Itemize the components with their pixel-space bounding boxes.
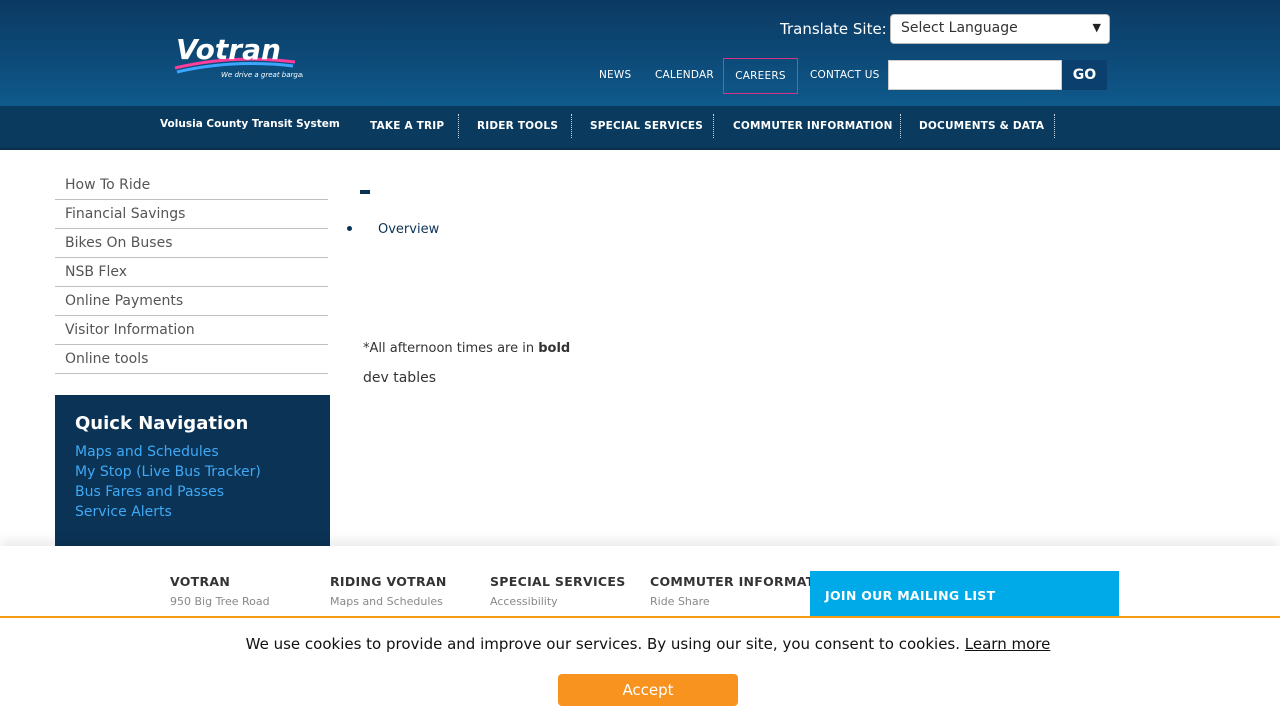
nav-commuter-information[interactable]: COMMUTER INFORMATION (733, 120, 893, 132)
nav-take-a-trip[interactable]: TAKE A TRIP (370, 120, 444, 132)
sidebar-item-nsb-flex[interactable]: NSB Flex (55, 258, 328, 287)
service-alerts-link[interactable]: Service Alerts (75, 502, 310, 522)
go-button[interactable]: GO (1062, 60, 1107, 90)
footer-col-votran: VOTRAN 950 Big Tree Road (170, 574, 270, 608)
nav-special-services[interactable]: SPECIAL SERVICES (590, 120, 703, 132)
afternoon-note: *All afternoon times are in bold (363, 341, 570, 356)
news-link[interactable]: NEWS (599, 69, 631, 81)
dev-tables-text: dev tables (363, 370, 436, 386)
nav-divider (571, 114, 572, 138)
logo-tagline: We drive a great bargain (221, 71, 303, 79)
list-bullet (347, 226, 352, 231)
sidebar-item-how-to-ride[interactable]: How To Ride (55, 171, 328, 200)
sidebar-item-visitor-information[interactable]: Visitor Information (55, 316, 328, 345)
sidebar-item-online-tools[interactable]: Online tools (55, 345, 328, 374)
nav-divider (458, 114, 459, 138)
afternoon-note-bold: bold (538, 341, 571, 356)
translate-label: Translate Site: (780, 20, 887, 38)
my-stop-link[interactable]: My Stop (Live Bus Tracker) (75, 462, 310, 482)
footer-col-title: RIDING VOTRAN (330, 574, 447, 589)
footer-col-link[interactable]: 950 Big Tree Road (170, 595, 270, 608)
sidebar-item-online-payments[interactable]: Online Payments (55, 287, 328, 316)
sidebar-item-financial-savings[interactable]: Financial Savings (55, 200, 328, 229)
nav-divider (900, 114, 901, 138)
nav-divider (1054, 114, 1055, 138)
site-name[interactable]: Volusia County Transit System (160, 118, 340, 130)
cookie-message: We use cookies to provide and improve ou… (0, 635, 1280, 653)
site-header: Votran We drive a great bargain Translat… (0, 0, 1280, 106)
careers-link[interactable]: CAREERS (723, 58, 798, 94)
cookie-banner: We use cookies to provide and improve ou… (0, 616, 1280, 720)
mailing-list-button[interactable]: JOIN OUR MAILING LIST (810, 571, 1119, 621)
footer-col-title: VOTRAN (170, 574, 231, 589)
contact-us-link[interactable]: CONTACT US (810, 69, 879, 81)
bus-fares-link[interactable]: Bus Fares and Passes (75, 482, 310, 502)
sidebar-item-bikes-on-buses[interactable]: Bikes On Buses (55, 229, 328, 258)
quick-navigation-panel: Quick Navigation Maps and Schedules My S… (55, 395, 330, 546)
overview-link[interactable]: Overview (378, 222, 439, 237)
chevron-down-icon: ▼ (1092, 21, 1101, 34)
page-title-dash (360, 190, 370, 194)
footer-col-link[interactable]: Accessibility (490, 595, 626, 608)
accept-cookies-button[interactable]: Accept (558, 674, 738, 706)
afternoon-note-text: *All afternoon times are in (363, 341, 539, 356)
cookie-text: We use cookies to provide and improve ou… (245, 635, 961, 653)
nav-documents-data[interactable]: DOCUMENTS & DATA (919, 120, 1044, 132)
footer-col-title: SPECIAL SERVICES (490, 574, 626, 589)
search-input[interactable] (888, 60, 1062, 90)
footer-col-special-services: SPECIAL SERVICES Accessibility (490, 574, 626, 608)
language-select[interactable]: Select Language ▼ (890, 14, 1110, 44)
footer-col-riding-votran: RIDING VOTRAN Maps and Schedules (330, 574, 447, 608)
footer-col-link[interactable]: Maps and Schedules (330, 595, 447, 608)
language-select-value: Select Language (901, 20, 1018, 36)
nav-rider-tools[interactable]: RIDER TOOLS (477, 120, 558, 132)
votran-logo[interactable]: Votran We drive a great bargain (173, 32, 309, 82)
logo-text: Votran (176, 33, 281, 66)
quick-navigation-title: Quick Navigation (75, 413, 249, 434)
learn-more-link[interactable]: Learn more (965, 635, 1051, 653)
maps-schedules-link[interactable]: Maps and Schedules (75, 442, 310, 462)
main-nav: Volusia County Transit System TAKE A TRI… (0, 106, 1280, 150)
calendar-link[interactable]: CALENDAR (655, 69, 714, 81)
nav-divider (713, 114, 714, 138)
